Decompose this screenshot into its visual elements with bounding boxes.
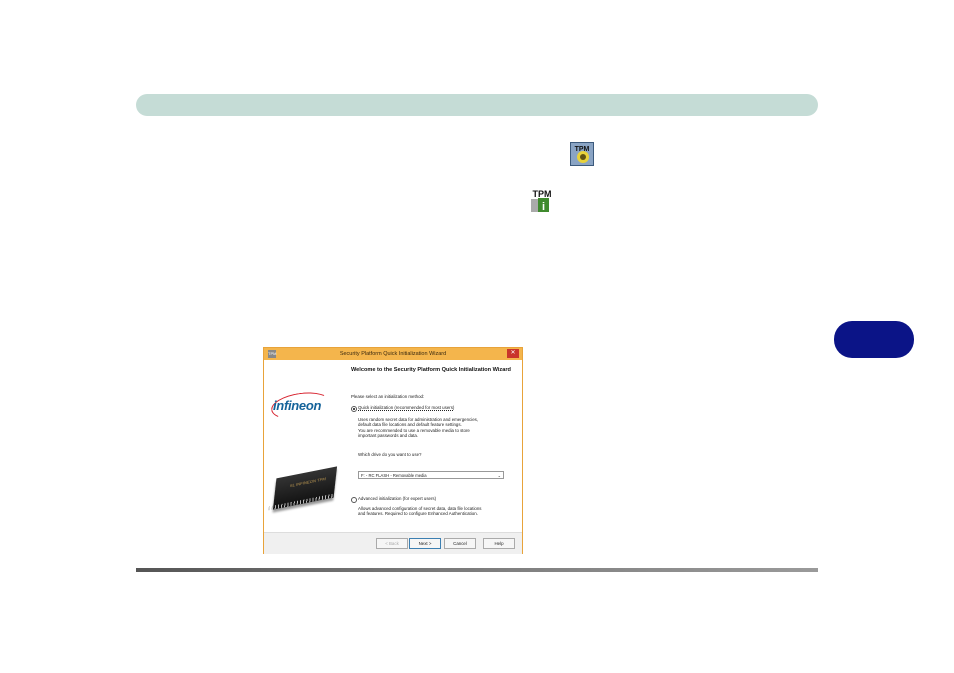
drive-select-value: F: - RC FLASH - Removable media [361, 473, 427, 478]
next-button[interactable]: Next > [409, 538, 441, 549]
advanced-init-label[interactable]: Advanced initialization (for expert user… [358, 496, 518, 501]
svg-text:i: i [542, 201, 545, 213]
chapter-tab [834, 321, 914, 358]
advanced-init-radio[interactable] [351, 497, 357, 503]
wizard-title-bar: TPM Security Platform Quick Initializati… [264, 348, 522, 360]
tpm-info-icon: TPM i [531, 189, 552, 213]
tpm-icon-1-text: TPM [575, 146, 590, 153]
wizard-button-bar: < Back Next > Cancel Help [264, 532, 522, 554]
quick-init-label[interactable]: Quick initialization (recommended for mo… [358, 405, 518, 410]
wizard-heading: Welcome to the Security Platform Quick I… [351, 367, 511, 373]
back-button[interactable]: < Back [376, 538, 408, 549]
quick-init-radio[interactable] [351, 406, 357, 412]
chip-label: SL INFINEON TPM [289, 476, 327, 489]
wizard-side-panel: infineon SL INFINEON TPM [264, 360, 346, 532]
wizard-title: Security Platform Quick Initialization W… [339, 351, 447, 357]
method-prompt: Please select an initialization method: [351, 394, 425, 399]
wizard-window: TPM Security Platform Quick Initializati… [263, 347, 523, 554]
drive-prompt: Which drive do you want to use? [358, 452, 422, 457]
quick-desc-line-4: important passwords and data. [358, 433, 419, 439]
footer-rule [136, 568, 818, 572]
wizard-content: Welcome to the Security Platform Quick I… [348, 360, 520, 532]
tpm-icon-2-text: TPM [533, 189, 552, 199]
drive-select[interactable]: F: - RC FLASH - Removable media ⌄ [358, 471, 504, 479]
advanced-desc-line-2: and features. Required to configure Enha… [358, 511, 478, 517]
cancel-button[interactable]: Cancel [444, 538, 476, 549]
tpm-settings-icon: TPM [570, 142, 594, 166]
header-bar [136, 94, 818, 116]
chevron-down-icon: ⌄ [497, 473, 501, 478]
close-button[interactable]: ✕ [507, 349, 519, 358]
help-button[interactable]: Help [483, 538, 515, 549]
infineon-logo: infineon [273, 398, 322, 413]
